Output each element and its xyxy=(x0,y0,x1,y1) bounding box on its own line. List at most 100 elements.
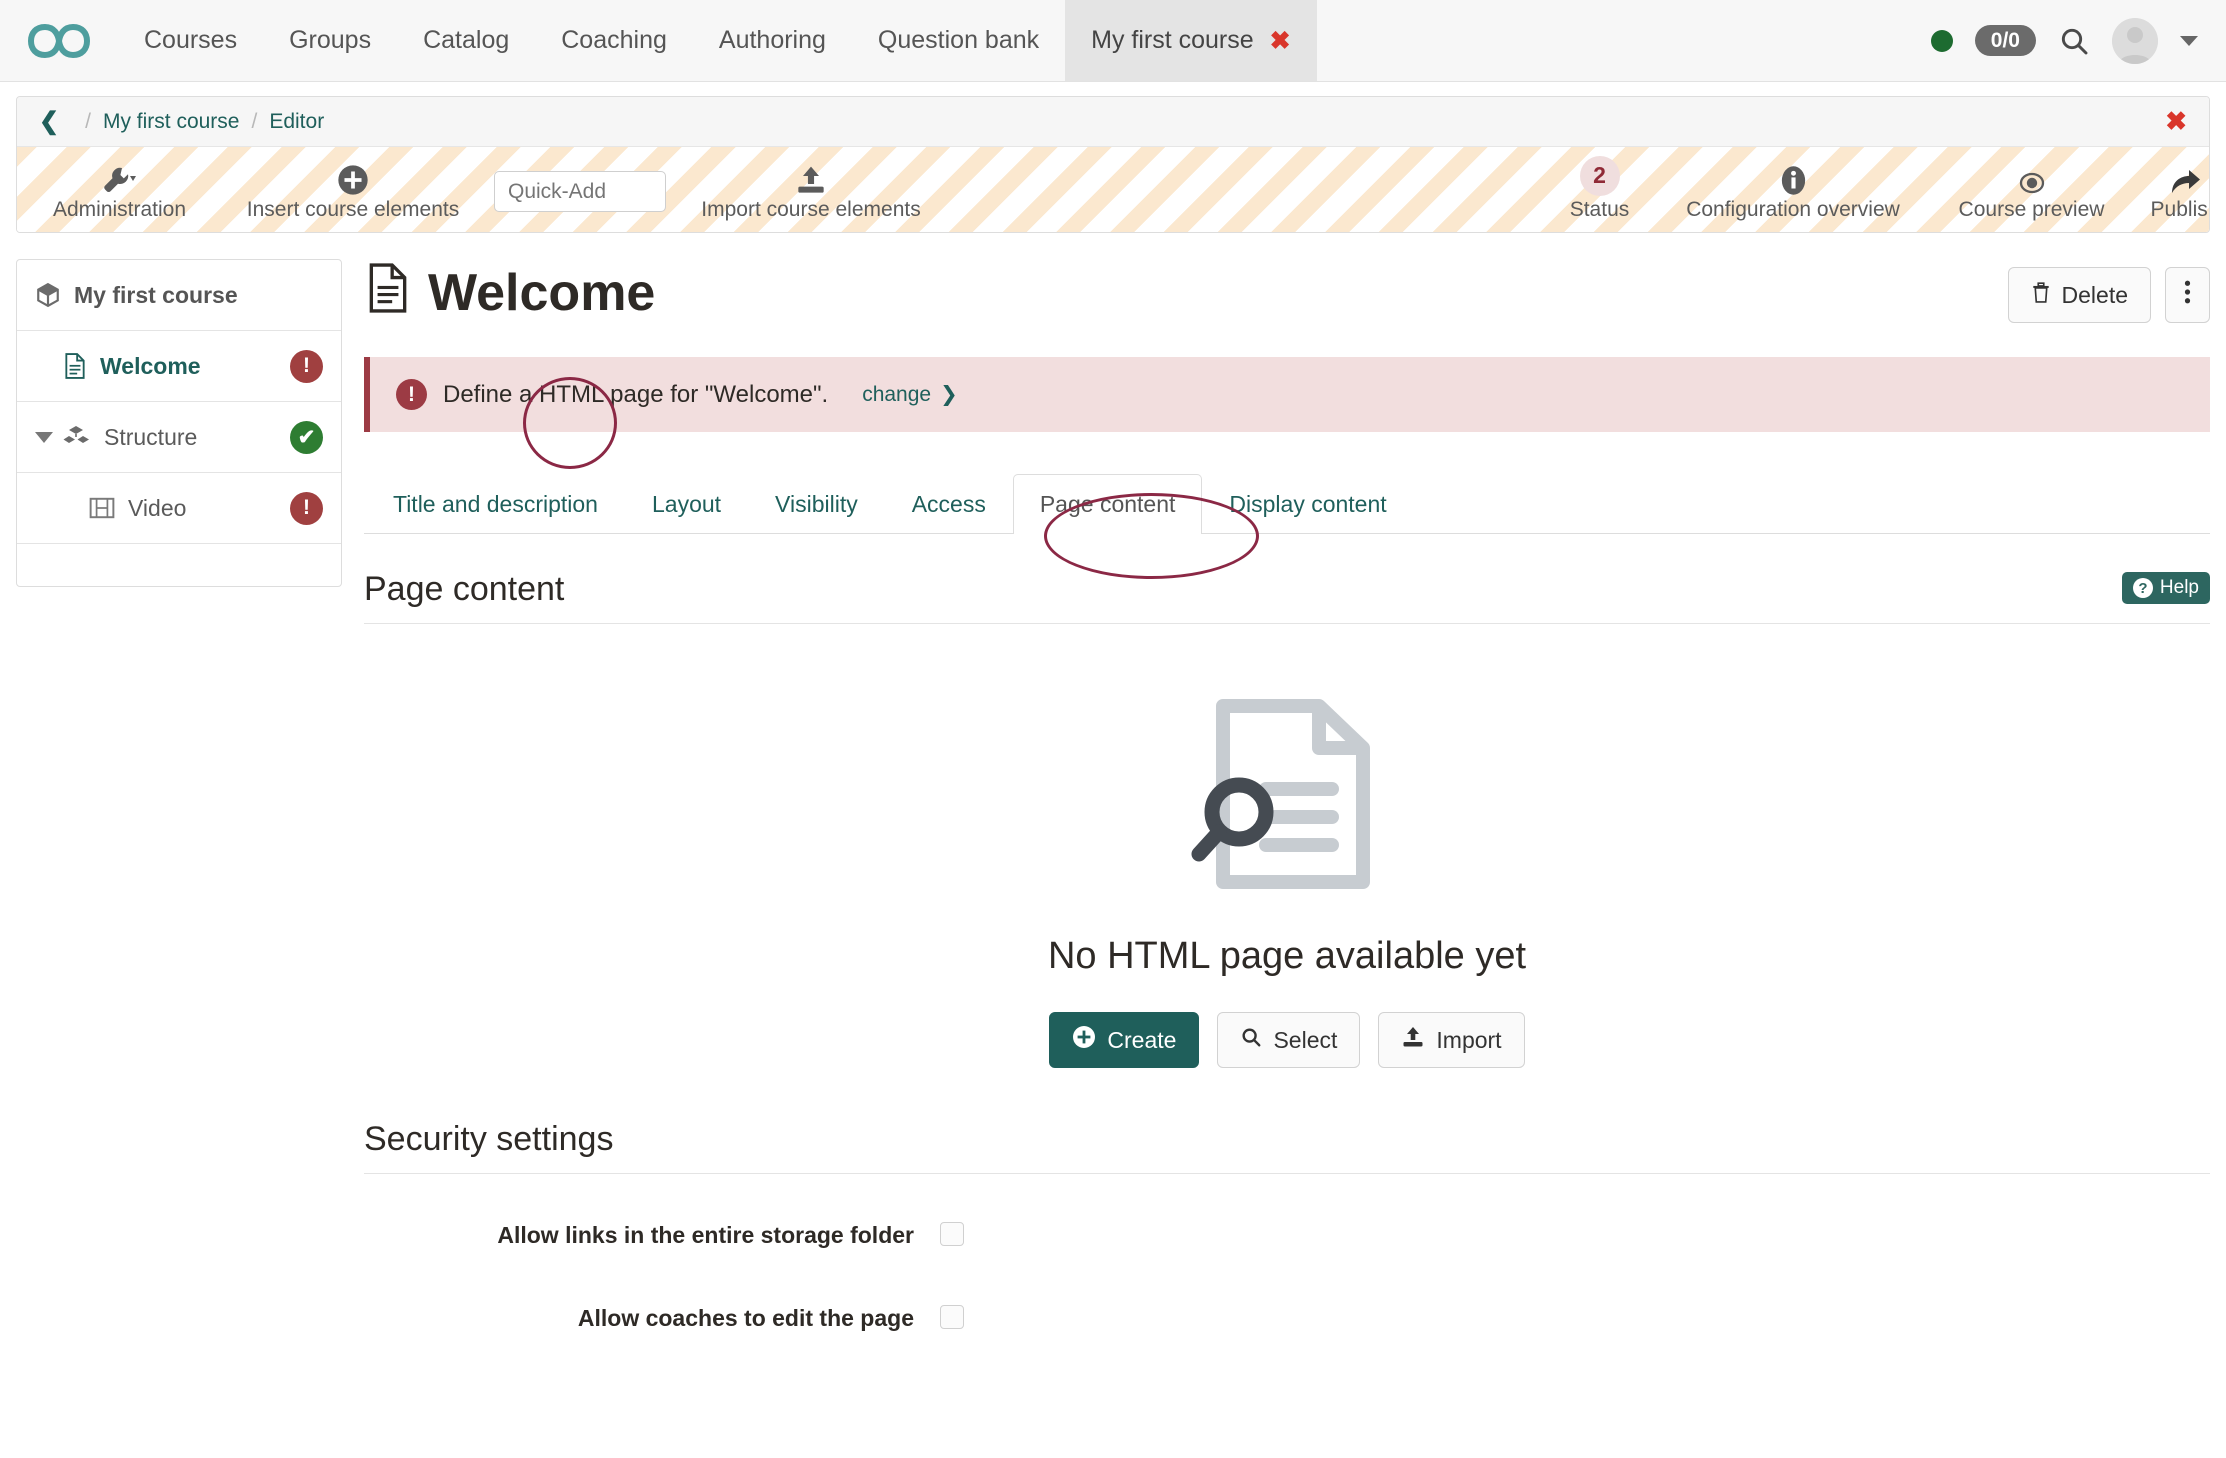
toolbar-item-publish[interactable]: Publish xyxy=(2129,147,2209,232)
tab-access[interactable]: Access xyxy=(885,474,1013,534)
tree-node-label: Welcome xyxy=(100,352,201,379)
search-icon[interactable] xyxy=(2058,25,2090,57)
delete-button-label: Delete xyxy=(2061,281,2128,308)
setting-label: Allow coaches to edit the page xyxy=(577,1304,914,1331)
tree-node-welcome[interactable]: Welcome ! xyxy=(17,331,341,402)
close-icon[interactable]: ✖ xyxy=(1270,26,1291,56)
breadcrumb-item-course[interactable]: My first course xyxy=(103,110,240,134)
close-editor-icon[interactable]: ✖ xyxy=(2165,106,2187,137)
nav-item-label: Courses xyxy=(144,26,238,54)
nav-item-catalog[interactable]: Catalog xyxy=(397,0,535,81)
toolbar-item-import-course-elements[interactable]: Import course elements xyxy=(677,147,945,232)
document-search-icon xyxy=(1171,694,1403,899)
tree-node-label: Structure xyxy=(104,423,198,450)
help-button[interactable]: ? Help xyxy=(2121,572,2210,604)
chevron-down-icon[interactable] xyxy=(2180,35,2198,46)
course-box-icon xyxy=(35,282,61,308)
toolbar-item-label: Publish xyxy=(2150,197,2209,221)
nav-item-label: Groups xyxy=(289,26,372,54)
avatar-icon xyxy=(2112,17,2158,64)
breadcrumb-item-editor[interactable]: Editor xyxy=(269,110,324,134)
nav-item-courses[interactable]: Courses xyxy=(118,0,263,81)
empty-state-title: No HTML page available yet xyxy=(1047,935,1527,977)
breadcrumb: ❮ / My first course / Editor ✖ xyxy=(17,97,2209,147)
tree-node-video[interactable]: Video ! xyxy=(17,473,341,544)
avatar[interactable] xyxy=(2112,17,2158,64)
plus-circle-icon xyxy=(1072,1025,1096,1055)
empty-state: No HTML page available yet Create Select… xyxy=(364,624,2210,1068)
alert-banner: ! Define a HTML page for "Welcome". chan… xyxy=(364,357,2210,432)
help-button-label: Help xyxy=(2159,577,2199,598)
nav-item-my-first-course[interactable]: My first course ✖ xyxy=(1065,0,1317,81)
tab-label: Display content xyxy=(1229,491,1387,517)
app-logo[interactable] xyxy=(0,0,118,81)
chevron-right-icon: ❯ xyxy=(940,383,958,406)
tab-title-and-description[interactable]: Title and description xyxy=(366,474,625,534)
plus-circle-icon xyxy=(337,158,369,196)
nav-item-label: Coaching xyxy=(561,26,667,54)
create-button-label: Create xyxy=(1107,1026,1177,1053)
section-heading-text: Security settings xyxy=(364,1120,614,1158)
security-settings-heading: Security settings xyxy=(364,1120,2210,1174)
alert-change-link[interactable]: change ❯ xyxy=(862,382,958,407)
nav-item-label: My first course xyxy=(1091,26,1254,54)
page-title: Welcome xyxy=(366,259,655,322)
allow-coaches-checkbox[interactable] xyxy=(940,1304,964,1329)
settings-tabs: Title and description Layout Visibility … xyxy=(364,474,2210,534)
toolbar-item-insert-course-elements[interactable]: Insert course elements xyxy=(222,147,484,232)
nav-item-authoring[interactable]: Authoring xyxy=(693,0,852,81)
course-editor-panel: ❮ / My first course / Editor ✖ Administr… xyxy=(16,96,2210,233)
nav-item-groups[interactable]: Groups xyxy=(263,0,397,81)
chevron-down-icon[interactable] xyxy=(35,431,53,443)
nav-item-label: Authoring xyxy=(718,26,826,54)
tab-display-content[interactable]: Display content xyxy=(1202,474,1413,534)
structure-icon xyxy=(63,425,91,449)
tab-label: Page content xyxy=(1039,491,1176,517)
status-badge-warning[interactable]: ! xyxy=(290,349,323,383)
top-navigation-bar: Courses Groups Catalog Coaching Authorin… xyxy=(0,0,2226,82)
toolbar-item-label: Status xyxy=(1569,197,1630,221)
toolbar-item-administration[interactable]: Administration xyxy=(17,147,222,232)
allow-links-checkbox[interactable] xyxy=(940,1222,964,1246)
content-header: Welcome Delete xyxy=(364,259,2210,323)
toolbar-item-course-preview[interactable]: Course preview xyxy=(1934,147,2129,232)
notification-counter-badge[interactable]: 0/0 xyxy=(1974,25,2036,56)
eye-icon xyxy=(2015,158,2049,196)
search-icon xyxy=(1240,1026,1262,1054)
setting-allow-coaches: Allow coaches to edit the page xyxy=(364,1301,2210,1336)
tree-empty-row xyxy=(17,544,341,586)
upload-icon xyxy=(795,158,827,196)
select-button[interactable]: Select xyxy=(1217,1012,1361,1068)
quick-add-input[interactable] xyxy=(494,171,666,212)
toolbar-item-status[interactable]: 2 Status xyxy=(1547,147,1652,232)
status-count-value: 2 xyxy=(1579,155,1620,196)
nav-item-question-bank[interactable]: Question bank xyxy=(852,0,1065,81)
status-badge-ok[interactable]: ✔ xyxy=(290,420,323,454)
tree-root-my-first-course[interactable]: My first course xyxy=(17,260,341,331)
setting-label: Allow links in the entire storage folder xyxy=(497,1222,914,1248)
toolbar-item-label: Import course elements xyxy=(701,197,921,221)
status-count-badge: 2 xyxy=(1579,155,1620,196)
tab-layout[interactable]: Layout xyxy=(625,474,748,534)
tab-visibility[interactable]: Visibility xyxy=(748,474,885,534)
tree-node-label: Video xyxy=(128,494,187,521)
toolbar-item-configuration-overview[interactable]: Configuration overview xyxy=(1652,147,1934,232)
tab-label: Title and description xyxy=(393,491,598,517)
more-options-button[interactable] xyxy=(2165,267,2210,323)
tree-node-structure[interactable]: Structure ✔ xyxy=(17,402,341,473)
empty-state-actions: Create Select Import xyxy=(1049,1012,1525,1068)
import-button[interactable]: Import xyxy=(1378,1012,1525,1068)
toolbar-item-label: Configuration overview xyxy=(1686,197,1900,221)
editor-toolbar: Administration Insert course elements Im… xyxy=(17,147,2209,232)
section-heading-text: Page content xyxy=(364,570,565,608)
online-status-icon xyxy=(1930,29,1953,52)
chevron-left-icon[interactable]: ❮ xyxy=(39,107,59,136)
status-badge-warning[interactable]: ! xyxy=(290,491,323,525)
create-button[interactable]: Create xyxy=(1049,1012,1200,1068)
breadcrumb-separator: / xyxy=(251,109,258,133)
toolbar-item-label: Administration xyxy=(52,197,187,221)
delete-button[interactable]: Delete xyxy=(2007,267,2151,323)
tab-page-content[interactable]: Page content xyxy=(1012,474,1203,534)
wrench-icon xyxy=(102,158,138,196)
nav-item-coaching[interactable]: Coaching xyxy=(535,0,693,81)
